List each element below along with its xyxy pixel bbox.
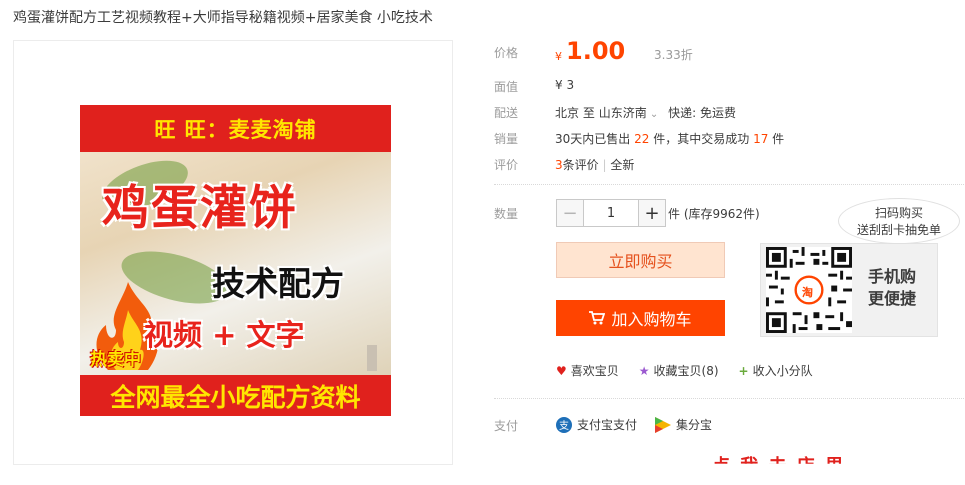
bottom-banner-text: 全网最全小吃配方资料 — [110, 382, 361, 412]
divider — [494, 184, 964, 185]
price-value: 1.00 — [566, 37, 626, 65]
stock-info: 件 (库存9962件) — [668, 207, 760, 221]
reviews-label: 评价 — [494, 158, 519, 172]
ship-to: 山东济南 — [598, 106, 647, 120]
separator: | — [602, 158, 607, 172]
ship-from: 北京 — [555, 106, 580, 120]
discount-badge: 3.33折 — [654, 48, 693, 62]
face-value-label: 面值 — [494, 80, 519, 94]
taobao-logo-icon: 淘 — [802, 286, 813, 299]
express-fee: 快递: 免运费 — [668, 106, 736, 120]
sales-label: 销量 — [494, 132, 519, 146]
like-item-button[interactable]: ♥ 喜欢宝贝 — [556, 362, 619, 379]
poster-subline: 技术配方 — [212, 264, 344, 303]
payment-methods: 支 支付宝支付 集分宝 — [556, 416, 712, 433]
poster-media-line: 视频 + 文字 — [144, 318, 305, 352]
plus-icon: + — [738, 364, 749, 378]
decrease-button[interactable]: − — [557, 200, 583, 226]
add-to-cart-button[interactable]: 加入购物车 — [556, 300, 725, 336]
sales-mid: 件，其中交易成功 — [653, 132, 750, 146]
quantity-stepper: − 1 + — [556, 199, 666, 227]
alipay-label: 支付宝支付 — [577, 418, 638, 432]
condition-new: 全新 — [610, 158, 635, 172]
sales-suffix: 件 — [772, 132, 785, 146]
chevron-down-icon: ⌄ — [646, 109, 659, 120]
price-currency: ¥ — [555, 50, 562, 63]
add-to-cart-label: 加入购物车 — [611, 310, 692, 329]
shop-banner-text: 旺 旺：麦麦淘铺 — [154, 117, 317, 142]
scan-tip-bubble: 扫码购买 送刮刮卡抽免单 — [838, 198, 960, 244]
shop-banner: 旺 旺：麦麦淘铺 — [80, 105, 391, 152]
quantity-input[interactable]: 1 — [583, 200, 639, 226]
sales-prefix: 30天内已售出 — [555, 132, 631, 146]
success-count: 17 — [753, 132, 769, 146]
jifenbao-icon — [655, 416, 672, 433]
sales-info: 30天内已售出 22 件，其中交易成功 17 件 — [555, 130, 784, 147]
add-team-label: 收入小分队 — [752, 364, 813, 378]
review-suffix: 条评价 — [562, 158, 599, 172]
sold-count: 22 — [634, 132, 650, 146]
alipay-method: 支 支付宝支付 — [556, 416, 637, 433]
hot-tag: 热卖中 — [90, 350, 141, 370]
heart-icon: ♥ — [556, 364, 567, 378]
shipping-info: 北京 至 山东济南 ⌄ 快递: 免运费 — [555, 104, 736, 121]
quantity-label: 数量 — [494, 207, 519, 221]
increase-button[interactable]: + — [639, 200, 665, 226]
cart-icon — [589, 311, 606, 325]
bottom-banner: 全网最全小吃配方资料 — [80, 375, 391, 416]
bubble-line2: 送刮刮卡抽免单 — [856, 223, 941, 237]
item-actions: ♥ 喜欢宝贝 ★ 收藏宝贝(8) + 收入小分队 — [556, 362, 813, 379]
like-label: 喜欢宝贝 — [570, 364, 619, 378]
favorite-label: 收藏宝贝(8) — [653, 364, 719, 378]
ship-to-word: 至 — [582, 106, 595, 120]
face-value: ¥ 3 — [555, 78, 575, 92]
review-count: 3 — [555, 158, 563, 172]
add-to-team-button[interactable]: + 收入小分队 — [739, 362, 813, 379]
mobile-line2: 更便捷 — [868, 289, 917, 308]
buy-now-button[interactable]: 立即购买 — [556, 242, 725, 278]
product-title: 鸡蛋灌饼配方工艺视频教程+大师指导秘籍视频+居家美食 小吃技术 — [13, 10, 433, 26]
blurred-mark — [367, 345, 377, 371]
alipay-icon: 支 — [556, 416, 572, 433]
payment-label: 支付 — [494, 419, 519, 433]
reviews-info: 3条评价 | 全新 — [555, 156, 634, 173]
price-label: 价格 — [494, 46, 519, 60]
product-main-image[interactable]: 旺 旺：麦麦淘铺 鸡蛋灌饼 技术配方 视频 + 文字 热卖中 全网最全小吃配方资… — [80, 105, 391, 416]
visit-shop-link[interactable]: 点 我 去 店 里 — [712, 452, 845, 464]
review-link[interactable]: 3条评价 — [555, 158, 599, 172]
ship-to-select[interactable]: 山东济南 ⌄ — [599, 106, 659, 120]
bubble-line1: 扫码购买 — [874, 206, 923, 220]
divider — [494, 398, 964, 399]
jifenbao-label: 集分宝 — [676, 418, 713, 432]
mobile-buy-text: 手机购 更便捷 — [868, 266, 916, 310]
star-icon: ★ — [638, 364, 650, 378]
favorite-item-button[interactable]: ★ 收藏宝贝(8) — [639, 362, 719, 379]
mobile-line1: 手机购 — [868, 267, 917, 286]
poster-headline: 鸡蛋灌饼 — [102, 181, 298, 236]
jifenbao-method: 集分宝 — [655, 416, 712, 433]
shipping-label: 配送 — [494, 106, 519, 120]
